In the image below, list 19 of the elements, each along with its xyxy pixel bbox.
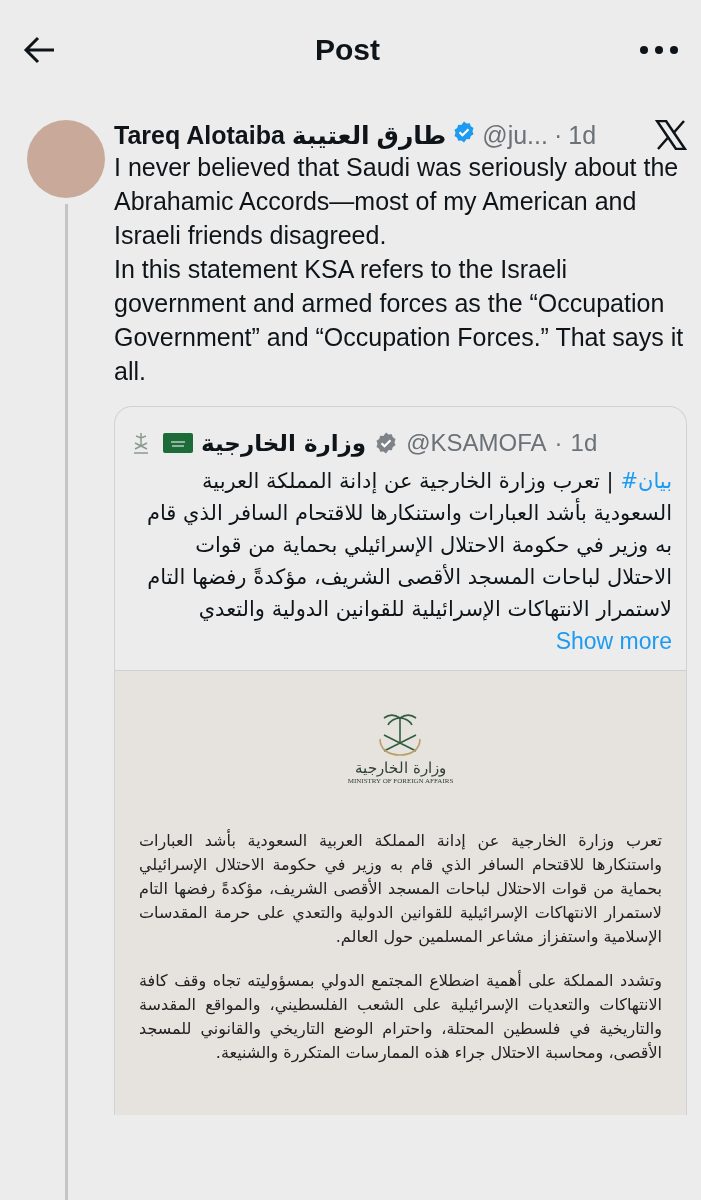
- flag-icon: [163, 433, 193, 453]
- page-title: Post: [315, 33, 380, 67]
- document-paragraph: تعرب وزارة الخارجية عن إدانة المملكة العربية السعودية بأشد العبارات واستنكارها للاقتحام السافر الذي قام به وزير في حكومة الاحتلال الإسرائيلي بحماية من قوات الاحتلال لباحات المسجد الأقصى الشريف، مؤكدةً رفضها التام لاستمرار الانتهاكات الإسرائيلية للقوانين الدولية والتعدي على حرمة المقدسات الإسلامية واستفزاز مشاعر المسلمين حول العالم.: [139, 829, 662, 949]
- post-text: I never believed that Saudi was seriously about the Abrahamic Accords—most of my American and Israeli friends disagreed.: [114, 152, 680, 251]
- quoted-author-handle: @KSAMOFA: [406, 429, 547, 457]
- document-paragraph: وتشدد المملكة على أهمية اضطلاع المجتمع الدولي بمسؤوليته تجاه وقف كافة الانتهاكات والتعديات الإسرائيلية على الشعب الفلسطيني، والمواقع المقدسة والتاريخية في فلسطين المحتلة، واحترام الوضع التاريخي والقانوني للمسجد الأقصى، ومحاسبة الاحتلال جراء هذه الممارسات المتكررة والشنيعة.: [139, 969, 662, 1065]
- back-arrow-icon[interactable]: [22, 35, 56, 65]
- author-name[interactable]: Tareq Alotaiba طارق العتيبة: [114, 120, 447, 150]
- separator-dot: ·: [553, 120, 563, 150]
- author-handle: @ju...: [482, 120, 548, 150]
- x-logo-icon: [655, 120, 687, 150]
- emblem-caption: وزارة الخارجية: [355, 759, 446, 777]
- post-text: In this statement KSA refers to the Israeli government and armed forces as the “Occupation Government” and “Occupation Forces.” That says it all.: [114, 254, 685, 387]
- more-options-icon[interactable]: [639, 45, 679, 55]
- separator-dot: ·: [554, 429, 563, 457]
- quoted-post-time: 1d: [570, 429, 598, 457]
- quoted-author-name[interactable]: وزارة الخارجية: [201, 430, 367, 456]
- statement-document[interactable]: [115, 670, 686, 1115]
- post-time: 1d: [568, 120, 597, 150]
